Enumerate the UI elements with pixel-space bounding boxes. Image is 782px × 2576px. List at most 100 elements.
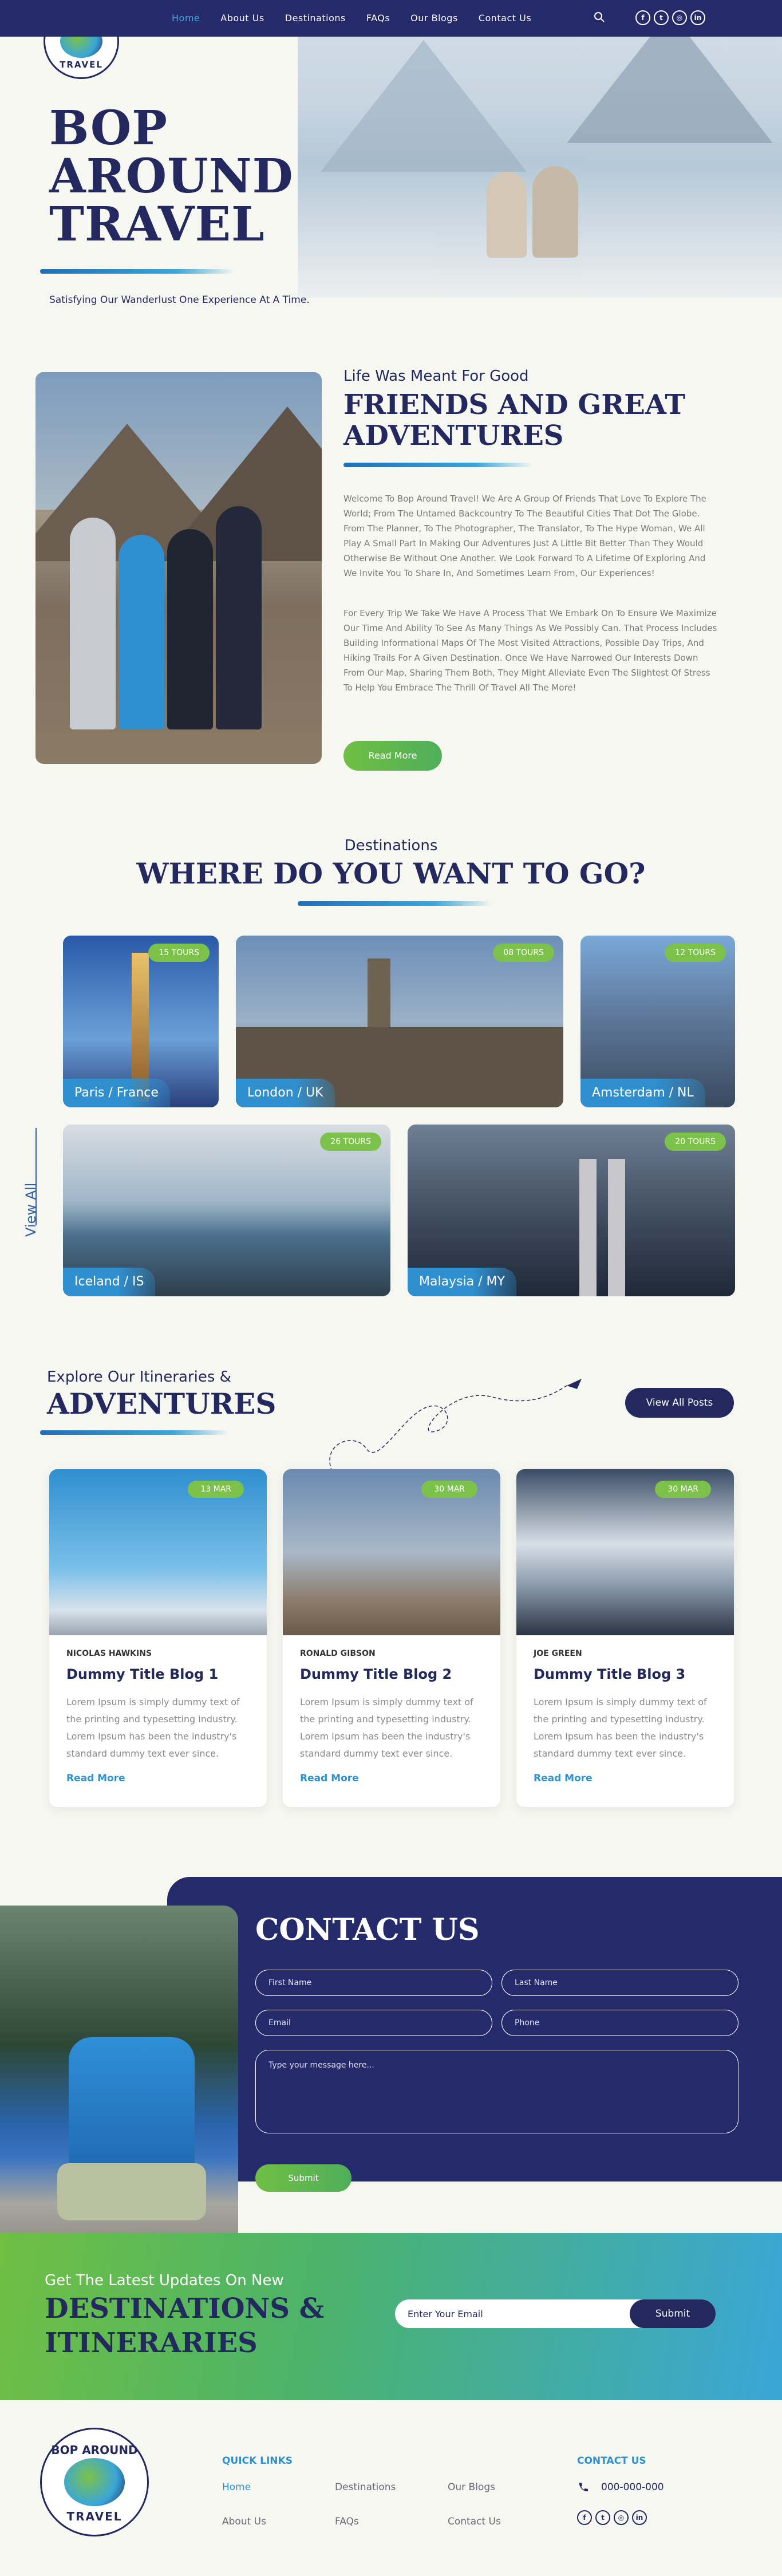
hero-lake-image bbox=[298, 0, 782, 298]
nav-blogs[interactable]: Our Blogs bbox=[410, 13, 458, 23]
newsletter-submit-button[interactable]: Submit bbox=[630, 2299, 716, 2328]
about-paragraph-2: For Every Trip We Take We Have A Process… bbox=[343, 608, 717, 693]
footer-link-blogs[interactable]: Our Blogs bbox=[448, 2482, 495, 2493]
newsletter-kicker: Get The Latest Updates On New bbox=[45, 2272, 284, 2289]
blog-date-badge: 30 MAR bbox=[655, 1481, 711, 1498]
logo-text-top: BOP AROUND bbox=[51, 2443, 138, 2457]
tour-count-badge: 20 TOURS bbox=[665, 1133, 726, 1151]
first-name-input[interactable] bbox=[255, 1970, 492, 1996]
destination-label: Paris / France bbox=[63, 1079, 170, 1107]
about-group-photo bbox=[35, 372, 322, 764]
globe-icon bbox=[64, 2458, 125, 2506]
footer-link-about[interactable]: About Us bbox=[222, 2516, 266, 2527]
itineraries-title: ADVENTURES bbox=[47, 1387, 277, 1421]
nav-menu: Home About Us Destinations FAQs Our Blog… bbox=[172, 13, 531, 23]
about-person-1 bbox=[70, 518, 116, 729]
blog-excerpt: Lorem Ipsum is simply dummy text of the … bbox=[66, 1697, 240, 1759]
destination-card-amsterdam[interactable]: 12 TOURS Amsterdam / NL bbox=[580, 936, 735, 1107]
search-icon[interactable] bbox=[593, 10, 606, 24]
destination-card-london[interactable]: 08 TOURS London / UK bbox=[236, 936, 563, 1107]
hero-mountain-left bbox=[321, 40, 527, 172]
blog-read-more-link[interactable]: Read More bbox=[66, 1773, 125, 1784]
contact-submit-button[interactable]: Submit bbox=[255, 2164, 351, 2192]
hero-title: BOP AROUND TRAVEL bbox=[49, 101, 294, 252]
nav-social-links: f t ◎ in bbox=[635, 10, 705, 25]
about-brush-underline bbox=[343, 463, 532, 467]
itineraries-kicker: Explore Our Itineraries & bbox=[47, 1368, 231, 1386]
hero-brush-underline bbox=[40, 269, 235, 274]
destination-card-iceland[interactable]: 26 TOURS Iceland / IS bbox=[63, 1125, 390, 1296]
blog-card-3[interactable]: 30 MAR JOE GREEN Dummy Title Blog 3 Lore… bbox=[516, 1469, 734, 1807]
twitter-icon[interactable]: t bbox=[595, 2510, 610, 2525]
nav-destinations[interactable]: Destinations bbox=[285, 13, 346, 23]
nav-about[interactable]: About Us bbox=[220, 13, 264, 23]
tower-shape-1 bbox=[579, 1159, 597, 1296]
view-all-posts-button[interactable]: View All Posts bbox=[625, 1388, 734, 1418]
logo-text-bottom: TRAVEL bbox=[60, 60, 103, 70]
twitter-icon[interactable]: t bbox=[654, 10, 669, 25]
about-person-4 bbox=[216, 506, 262, 729]
about-kicker: Life Was Meant For Good bbox=[343, 368, 529, 385]
blog-author: JOE GREEN bbox=[534, 1649, 582, 1658]
nav-home[interactable]: Home bbox=[172, 13, 200, 23]
linkedin-icon[interactable]: in bbox=[632, 2510, 647, 2525]
itineraries-brush-underline bbox=[40, 1430, 229, 1435]
hero-person-1 bbox=[487, 172, 527, 258]
tour-count-badge: 15 TOURS bbox=[148, 944, 210, 962]
destination-card-paris[interactable]: 15 TOURS Paris / France bbox=[63, 936, 219, 1107]
destination-label: London / UK bbox=[236, 1079, 335, 1107]
phone-input[interactable] bbox=[501, 2010, 738, 2036]
tour-count-badge: 12 TOURS bbox=[665, 944, 726, 962]
view-all-link[interactable]: View All bbox=[23, 1183, 39, 1237]
blog-title[interactable]: Dummy Title Blog 3 bbox=[534, 1666, 685, 1682]
email-input[interactable] bbox=[255, 2010, 492, 2036]
about-title: FRIENDS AND GREAT ADVENTURES bbox=[343, 389, 686, 452]
contact-hiker-image bbox=[0, 1906, 238, 2256]
nav-contact[interactable]: Contact Us bbox=[479, 13, 531, 23]
blog-excerpt: Lorem Ipsum is simply dummy text of the … bbox=[534, 1697, 707, 1759]
about-read-more-button[interactable]: Read More bbox=[343, 741, 442, 771]
instagram-icon[interactable]: ◎ bbox=[672, 10, 687, 25]
plane-path-decoration bbox=[329, 1379, 582, 1472]
blog-author: RONALD GIBSON bbox=[300, 1649, 376, 1658]
facebook-icon[interactable]: f bbox=[635, 10, 650, 25]
newsletter-title: DESTINATIONS & ITINERARIES bbox=[45, 2293, 325, 2359]
logo-text-bottom: TRAVEL bbox=[66, 2510, 123, 2524]
linkedin-icon[interactable]: in bbox=[690, 10, 705, 25]
destination-label: Malaysia / MY bbox=[408, 1268, 516, 1296]
footer-link-destinations[interactable]: Destinations bbox=[335, 2482, 396, 2493]
blog-date-badge: 13 MAR bbox=[188, 1481, 244, 1498]
footer-phone-number[interactable]: 000-000-000 bbox=[601, 2482, 664, 2493]
nav-faqs[interactable]: FAQs bbox=[366, 13, 390, 23]
tower-shape-2 bbox=[608, 1159, 625, 1296]
destinations-title: WHERE DO YOU WANT TO GO? bbox=[136, 857, 646, 890]
footer-link-faqs[interactable]: FAQs bbox=[335, 2516, 359, 2527]
about-person-3 bbox=[167, 529, 213, 729]
facebook-icon[interactable]: f bbox=[577, 2510, 592, 2525]
blog-title[interactable]: Dummy Title Blog 1 bbox=[66, 1666, 218, 1682]
last-name-input[interactable] bbox=[501, 1970, 738, 1996]
destinations-kicker: Destinations bbox=[344, 837, 438, 854]
instagram-icon[interactable]: ◎ bbox=[614, 2510, 629, 2525]
blog-card-1[interactable]: 13 MAR NICOLAS HAWKINS Dummy Title Blog … bbox=[49, 1469, 267, 1807]
footer-link-home[interactable]: Home bbox=[222, 2482, 251, 2493]
blog-excerpt: Lorem Ipsum is simply dummy text of the … bbox=[300, 1697, 473, 1759]
footer-logo[interactable]: BOP AROUND TRAVEL bbox=[40, 2428, 149, 2536]
blog-date-badge: 30 MAR bbox=[421, 1481, 477, 1498]
contact-title: CONTACT US bbox=[255, 1912, 480, 1947]
blog-read-more-link[interactable]: Read More bbox=[534, 1773, 593, 1784]
phone-icon bbox=[579, 2483, 588, 2492]
quick-links-heading: QUICK LINKS bbox=[222, 2455, 293, 2467]
destinations-brush-underline bbox=[298, 901, 492, 906]
blog-title[interactable]: Dummy Title Blog 2 bbox=[300, 1666, 452, 1682]
blog-card-2[interactable]: 30 MAR RONALD GIBSON Dummy Title Blog 2 … bbox=[283, 1469, 500, 1807]
top-navbar: Home About Us Destinations FAQs Our Blog… bbox=[0, 0, 782, 37]
hero-person-2 bbox=[532, 166, 578, 258]
destination-card-malaysia[interactable]: 20 TOURS Malaysia / MY bbox=[408, 1125, 735, 1296]
about-paragraph-1: Welcome To Bop Around Travel! We Are A G… bbox=[343, 494, 706, 578]
hero-subtitle: Satisfying Our Wanderlust One Experience… bbox=[49, 294, 310, 306]
blog-read-more-link[interactable]: Read More bbox=[300, 1773, 359, 1784]
footer-link-contact[interactable]: Contact Us bbox=[448, 2516, 501, 2527]
message-textarea[interactable] bbox=[255, 2050, 738, 2133]
about-person-2 bbox=[119, 535, 164, 729]
